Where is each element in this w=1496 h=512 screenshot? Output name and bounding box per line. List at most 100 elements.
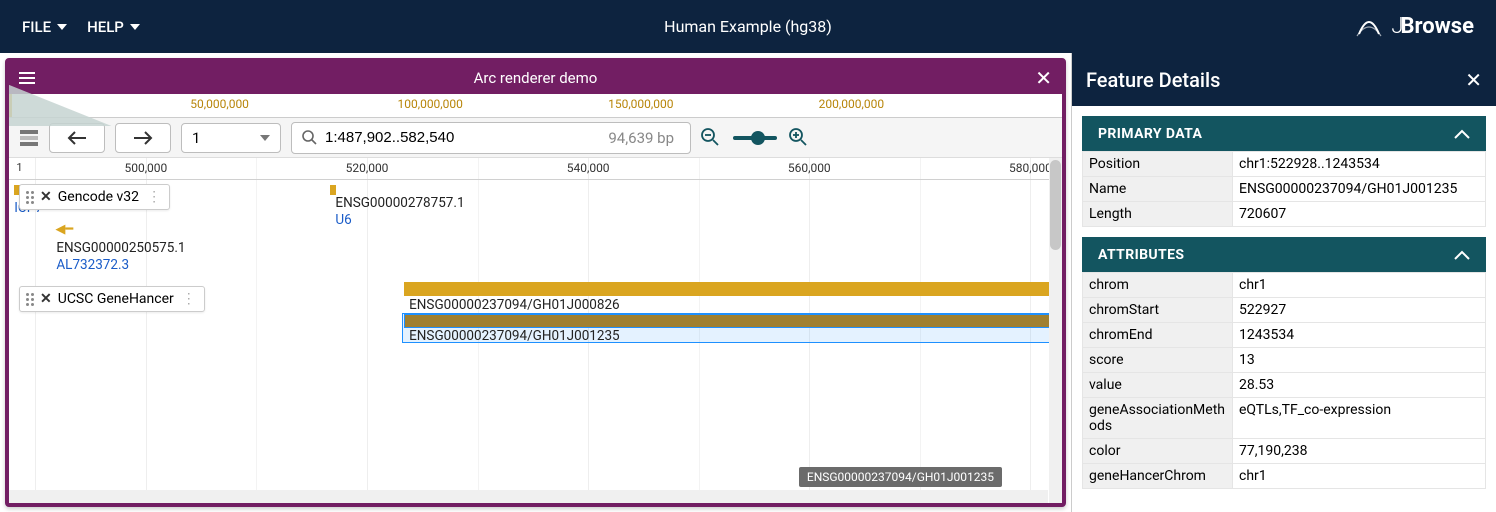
feature-subname[interactable]: U6 <box>335 212 351 228</box>
feature-name[interactable]: ENSG00000237094/GH01J001235 <box>409 328 620 344</box>
view-frame: Arc renderer demo ✕ 50,000,000 100,000,0… <box>5 58 1066 507</box>
track-label-text: UCSC GeneHancer <box>58 291 174 307</box>
chevron-up-icon <box>1454 250 1470 260</box>
table-row: color77,190,238 <box>1083 439 1486 464</box>
feature-name[interactable]: ENSG00000278757.1 <box>335 195 464 211</box>
cell-value: 13 <box>1233 348 1486 373</box>
location-input[interactable] <box>325 129 594 146</box>
help-menu-label: HELP <box>87 18 124 36</box>
section-title: PRIMARY DATA <box>1098 126 1202 142</box>
track-menu-button[interactable]: ⋮ <box>145 189 163 205</box>
refname-select[interactable]: 1 <box>181 123 281 153</box>
close-track-button[interactable]: ✕ <box>40 189 52 205</box>
close-panel-button[interactable]: ✕ <box>1465 68 1482 92</box>
overview-tick: 200,000,000 <box>819 97 884 111</box>
cell-value: 1243534 <box>1233 323 1486 348</box>
track-selector-button[interactable] <box>19 128 39 148</box>
close-view-button[interactable]: ✕ <box>1031 66 1056 90</box>
track-label-genehancer: ✕ UCSC GeneHancer ⋮ <box>19 286 205 312</box>
attributes-table: chromchr1 chromStart522927 chromEnd12435… <box>1082 272 1486 489</box>
scale-tick: 520,000 <box>346 161 389 175</box>
zoom-in-icon <box>789 128 807 146</box>
cell-value: 522927 <box>1233 298 1486 323</box>
cell-value: ENSG00000237094/GH01J001235 <box>1233 177 1486 202</box>
table-row: score13 <box>1083 348 1486 373</box>
vertical-scrollbar[interactable] <box>1049 158 1062 503</box>
feature-name[interactable]: ENSG00000237094/GH01J000826 <box>409 297 620 313</box>
feature-glyph[interactable] <box>330 185 336 195</box>
help-menu[interactable]: HELP <box>77 10 150 44</box>
cell-value: chr1 <box>1233 273 1486 298</box>
overview-visible-region <box>9 94 12 117</box>
overview-tick: 150,000,000 <box>608 97 673 111</box>
scale-tick: 560,000 <box>788 161 831 175</box>
drag-handle-icon[interactable] <box>26 293 34 306</box>
scale-tick: 580,000 <box>1009 161 1052 175</box>
cell-value: eQTLs,TF_co-expression <box>1233 398 1486 439</box>
table-row: chromEnd1243534 <box>1083 323 1486 348</box>
scale-ruler: 1 500,000 520,000 540,000 560,000 580,00… <box>9 158 1062 180</box>
cell-value: 77,190,238 <box>1233 439 1486 464</box>
cell-key: chromStart <box>1083 298 1233 323</box>
view-header: Arc renderer demo ✕ <box>9 62 1062 94</box>
table-row: geneAssociationMethodseQTLs,TF_co-expres… <box>1083 398 1486 439</box>
feature-bar-selected[interactable] <box>404 314 1060 328</box>
table-row: chromStart522927 <box>1083 298 1486 323</box>
table-row: value28.53 <box>1083 373 1486 398</box>
cell-key: score <box>1083 348 1233 373</box>
nav-forward-button[interactable] <box>115 123 171 153</box>
section-title: ATTRIBUTES <box>1098 247 1184 263</box>
cell-key: Name <box>1083 177 1233 202</box>
overview-ruler[interactable]: 50,000,000 100,000,000 150,000,000 200,0… <box>9 94 1062 118</box>
zoom-slider[interactable] <box>733 136 777 140</box>
brand-icon <box>1355 16 1383 38</box>
zoom-controls <box>701 128 809 148</box>
horizontal-scrollbar[interactable] <box>9 490 1048 503</box>
nav-back-button[interactable] <box>49 123 105 153</box>
cell-key: chrom <box>1083 273 1233 298</box>
table-row: NameENSG00000237094/GH01J001235 <box>1083 177 1486 202</box>
cell-key: geneAssociationMethods <box>1083 398 1233 439</box>
panel-title: Feature Details <box>1086 68 1220 92</box>
zoom-out-icon <box>701 128 719 146</box>
arrow-right-icon <box>133 131 153 145</box>
cell-key: geneHancerChrom <box>1083 464 1233 489</box>
cell-value: chr1:522928..1243534 <box>1233 152 1486 177</box>
track-menu-button[interactable]: ⋮ <box>180 291 198 307</box>
feature-bar[interactable] <box>404 282 1062 296</box>
cell-value: chr1 <box>1233 464 1486 489</box>
chevron-up-icon <box>1454 129 1470 139</box>
cell-value: 720607 <box>1233 202 1486 227</box>
zoom-out-button[interactable] <box>701 128 721 148</box>
table-row: Length720607 <box>1083 202 1486 227</box>
panel-body: PRIMARY DATA Positionchr1:522928..124353… <box>1072 106 1496 512</box>
section-header-attributes[interactable]: ATTRIBUTES <box>1082 237 1486 272</box>
details-panel: Feature Details ✕ PRIMARY DATA Positionc… <box>1071 53 1496 512</box>
left-column: Arc renderer demo ✕ 50,000,000 100,000,0… <box>0 53 1071 512</box>
cell-key: Position <box>1083 152 1233 177</box>
chevron-down-icon <box>57 24 67 30</box>
overview-tick: 100,000,000 <box>397 97 462 111</box>
overview-tick: 50,000,000 <box>190 97 249 111</box>
cell-key: color <box>1083 439 1233 464</box>
file-menu[interactable]: FILE <box>12 10 77 44</box>
menubar: FILE HELP Human Example (hg38) JJBrowseB… <box>0 0 1496 53</box>
primary-data-table: Positionchr1:522928..1243534 NameENSG000… <box>1082 151 1486 227</box>
tracks-area[interactable]: 1 500,000 520,000 540,000 560,000 580,00… <box>9 158 1062 503</box>
close-track-button[interactable]: ✕ <box>40 291 52 307</box>
navbar: 1 94,639 bp <box>9 118 1062 158</box>
strand-arrow-icon: ◀━ <box>55 222 73 237</box>
feature-subname[interactable]: AL732372.3 <box>56 257 129 273</box>
drag-handle-icon[interactable] <box>26 191 34 204</box>
content: Arc renderer demo ✕ 50,000,000 100,000,0… <box>0 53 1496 512</box>
feature-name[interactable]: ENSG00000250575.1 <box>56 240 185 256</box>
view-menu-button[interactable] <box>15 68 39 88</box>
search-icon <box>302 130 317 145</box>
zoom-in-button[interactable] <box>789 128 809 148</box>
cell-key: Length <box>1083 202 1233 227</box>
table-row: Positionchr1:522928..1243534 <box>1083 152 1486 177</box>
location-search[interactable]: 94,639 bp <box>291 122 691 154</box>
section-header-primary[interactable]: PRIMARY DATA <box>1082 116 1486 151</box>
track-genehancer: ✕ UCSC GeneHancer ⋮ ENSG00000237094/GH01… <box>9 280 1062 380</box>
table-row: geneHancerChromchr1 <box>1083 464 1486 489</box>
